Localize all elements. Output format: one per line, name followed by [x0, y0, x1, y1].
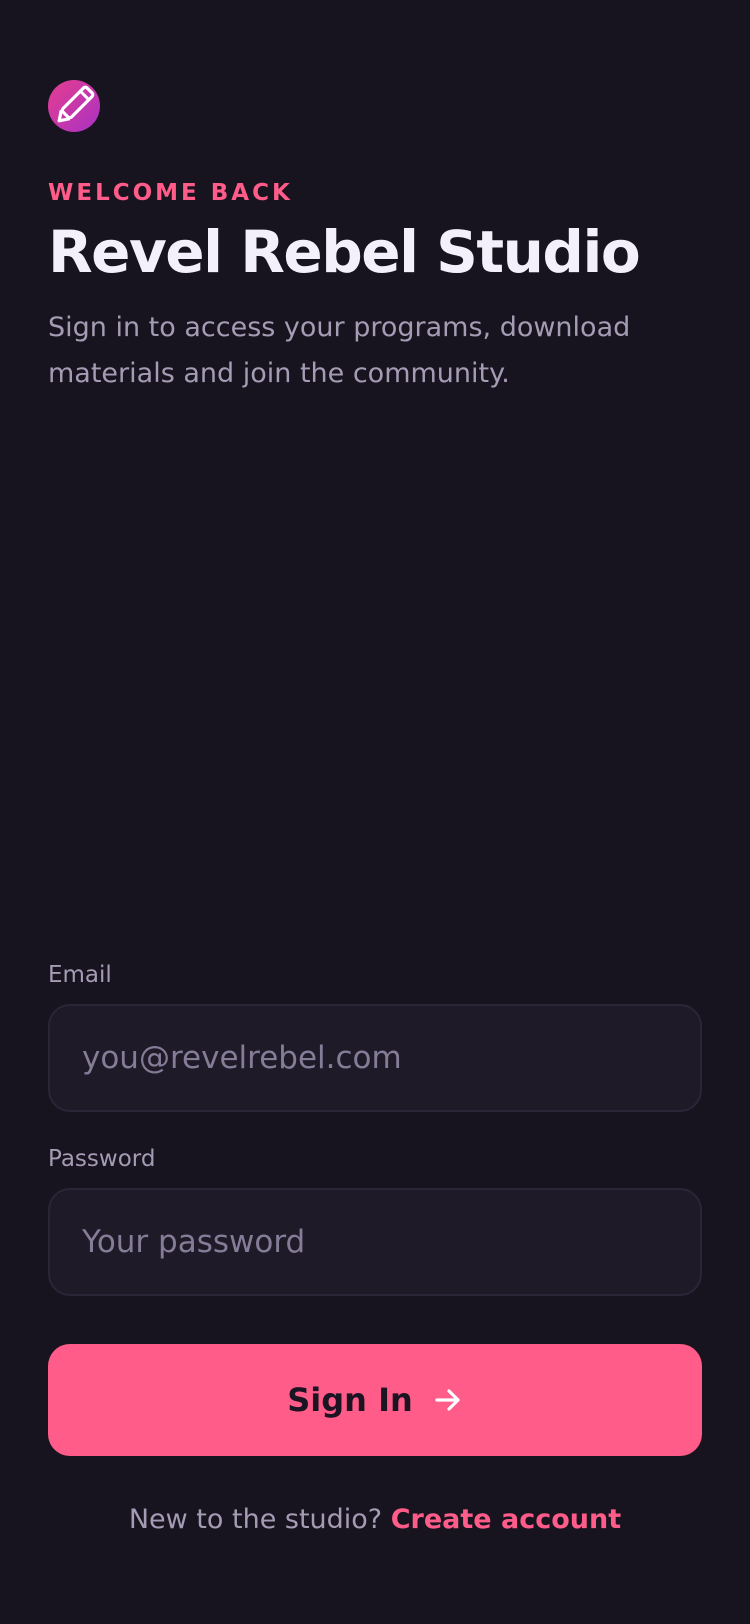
email-field[interactable]: [48, 1004, 702, 1112]
signup-prompt: New to the studio? Create account: [0, 1504, 750, 1535]
password-field[interactable]: [48, 1188, 702, 1296]
create-account-link[interactable]: Create account: [391, 1504, 621, 1535]
sign-in-label: Sign In: [287, 1381, 413, 1419]
password-label: Password: [48, 1146, 156, 1172]
page-title: Revel Rebel Studio: [48, 218, 641, 286]
pencil-icon: [57, 85, 95, 123]
brand-logo: [48, 80, 100, 132]
welcome-eyebrow: WELCOME BACK: [48, 180, 293, 206]
page-subtitle: Sign in to access your programs, downloa…: [48, 312, 631, 389]
sign-in-button[interactable]: Sign In: [48, 1344, 702, 1456]
email-label: Email: [48, 962, 112, 988]
arrow-right-icon: [435, 1389, 460, 1411]
signup-prompt-text: New to the studio?: [128, 1504, 383, 1535]
